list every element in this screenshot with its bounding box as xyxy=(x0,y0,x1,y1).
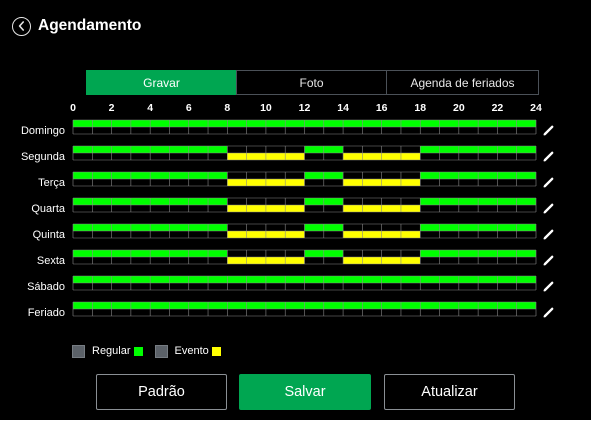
event-checkbox[interactable] xyxy=(154,344,168,358)
edit-pencil-icon[interactable] xyxy=(543,150,555,162)
legend-regular-label: Regular xyxy=(92,345,131,357)
edit-pencil-icon[interactable] xyxy=(543,176,555,188)
schedule-grid[interactable] xyxy=(0,0,591,340)
edit-pencil-icon[interactable] xyxy=(543,306,555,318)
edit-pencil-icon[interactable] xyxy=(543,124,555,136)
edit-pencil-icon[interactable] xyxy=(543,228,555,240)
event-color-swatch xyxy=(211,346,221,356)
schedule-panel: Agendamento Gravar Foto Agenda de feriad… xyxy=(0,0,591,420)
edit-pencil-icon[interactable] xyxy=(543,254,555,266)
edit-pencil-icon[interactable] xyxy=(543,280,555,292)
regular-color-swatch xyxy=(133,346,143,356)
default-button[interactable]: Padrão xyxy=(96,374,227,410)
refresh-button[interactable]: Atualizar xyxy=(384,374,515,410)
legend: Regular Evento xyxy=(72,344,221,358)
edit-pencil-icon[interactable] xyxy=(543,202,555,214)
regular-checkbox[interactable] xyxy=(72,344,85,358)
legend-event-label: Evento xyxy=(174,345,209,357)
save-button[interactable]: Salvar xyxy=(239,374,371,410)
